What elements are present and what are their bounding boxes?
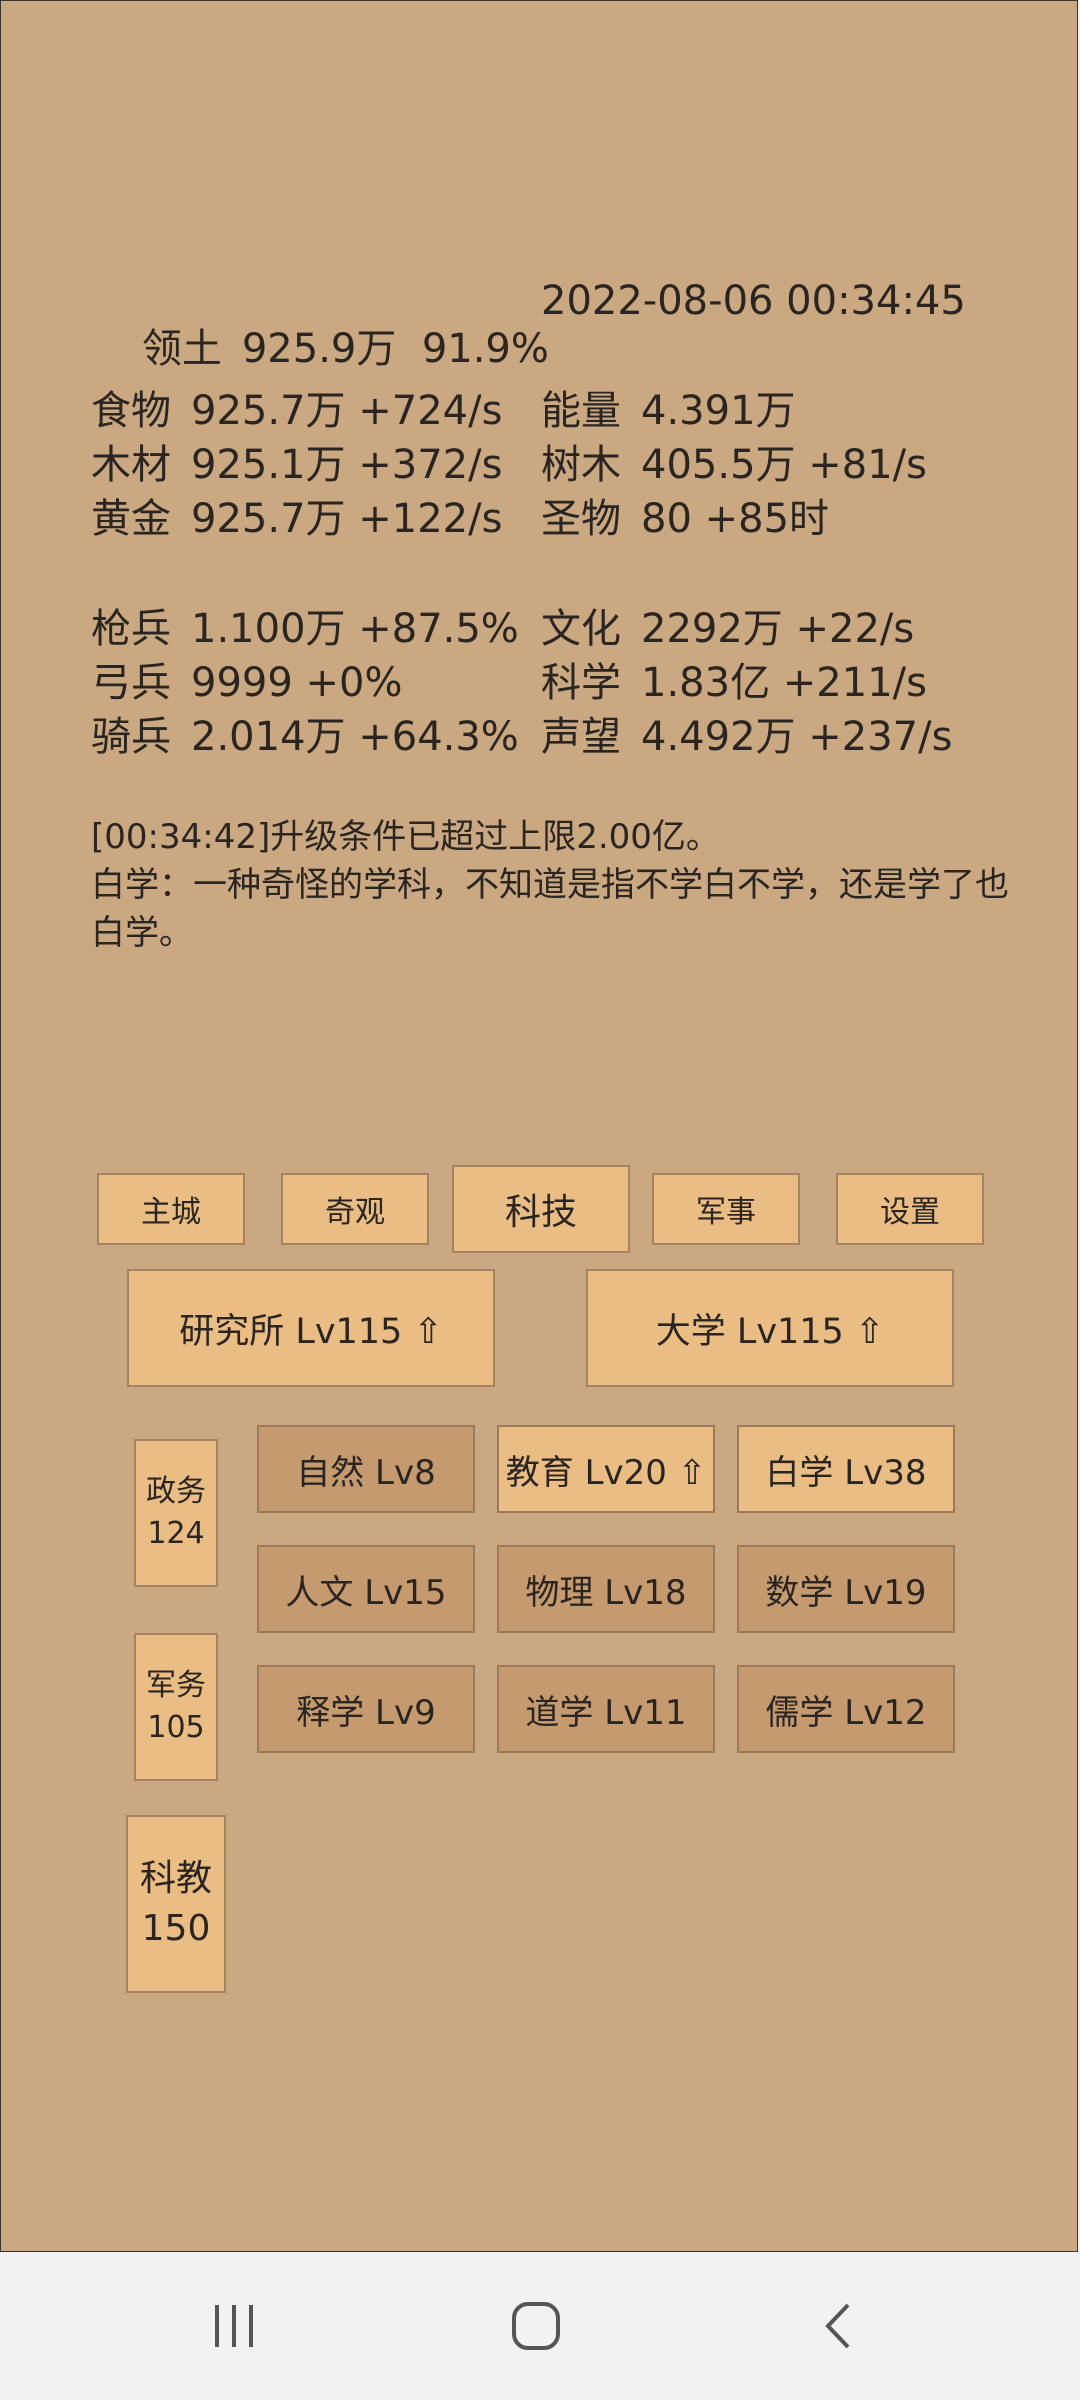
game-panel: 领土 925.9万 91.9% 2022-08-06 00:34:45 食物 925… bbox=[0, 0, 1078, 2252]
tech-confucianism[interactable]: 儒学 Lv12 bbox=[737, 1665, 955, 1753]
tech-baixue[interactable]: 白学 Lv38 bbox=[737, 1425, 955, 1513]
tab-settings[interactable]: 设置 bbox=[836, 1173, 984, 1245]
tech-buddhism[interactable]: 释学 Lv9 bbox=[257, 1665, 475, 1753]
institute-button[interactable]: 研究所 Lv115 ⇧ bbox=[127, 1269, 495, 1387]
category-military-affairs[interactable]: 军务 105 bbox=[134, 1633, 218, 1781]
log-line: [00:34:42]升级条件已超过上限2.00亿。 bbox=[91, 817, 720, 857]
territory-value: 925.9万 bbox=[241, 326, 397, 372]
tech-taoism[interactable]: 道学 Lv11 bbox=[497, 1665, 715, 1753]
relic-row: 圣物 80 +85时 bbox=[541, 496, 830, 542]
territory-label: 领土 bbox=[141, 326, 222, 372]
system-nav-bar bbox=[0, 2252, 1080, 2400]
archer-row: 弓兵 9999 +0% bbox=[91, 660, 403, 706]
category-science-education[interactable]: 科教 150 bbox=[126, 1815, 226, 1993]
university-button[interactable]: 大学 Lv115 ⇧ bbox=[586, 1269, 954, 1387]
category-government[interactable]: 政务 124 bbox=[134, 1439, 218, 1587]
territory-percent: 91.9% bbox=[421, 326, 549, 372]
tab-military[interactable]: 军事 bbox=[652, 1173, 800, 1245]
message-log: [00:34:42]升级条件已超过上限2.00亿。 白学：一种奇怪的学科，不知道… bbox=[91, 813, 1011, 957]
science-row: 科学 1.83亿 +211/s bbox=[541, 660, 927, 706]
tech-physics[interactable]: 物理 Lv18 bbox=[497, 1545, 715, 1633]
tech-humanities[interactable]: 人文 Lv15 bbox=[257, 1545, 475, 1633]
tab-main-city[interactable]: 主城 bbox=[97, 1173, 245, 1245]
gold-row: 黄金 925.7万 +122/s bbox=[91, 496, 503, 542]
wood-row: 木材 925.1万 +372/s bbox=[91, 442, 503, 488]
culture-row: 文化 2292万 +22/s bbox=[541, 606, 915, 652]
log-line: 白学：一种奇怪的学科，不知道是指不学白不学，还是学了也白学。 bbox=[91, 865, 1009, 953]
tech-nature[interactable]: 自然 Lv8 bbox=[257, 1425, 475, 1513]
prestige-row: 声望 4.492万 +237/s bbox=[541, 714, 953, 760]
trees-row: 树木 405.5万 +81/s bbox=[541, 442, 927, 488]
back-icon[interactable] bbox=[778, 2252, 898, 2400]
energy-row: 能量 4.391万 bbox=[541, 388, 796, 434]
datetime: 2022-08-06 00:34:45 bbox=[541, 278, 966, 324]
tab-wonders[interactable]: 奇观 bbox=[281, 1173, 429, 1245]
tab-technology[interactable]: 科技 bbox=[452, 1165, 630, 1253]
spearman-row: 枪兵 1.100万 +87.5% bbox=[91, 606, 519, 652]
tech-education[interactable]: 教育 Lv20 ⇧ bbox=[497, 1425, 715, 1513]
home-icon[interactable] bbox=[476, 2252, 596, 2400]
recent-apps-icon[interactable] bbox=[174, 2252, 294, 2400]
cavalry-row: 骑兵 2.014万 +64.3% bbox=[91, 714, 519, 760]
tech-mathematics[interactable]: 数学 Lv19 bbox=[737, 1545, 955, 1633]
food-row: 食物 925.7万 +724/s bbox=[91, 388, 503, 434]
